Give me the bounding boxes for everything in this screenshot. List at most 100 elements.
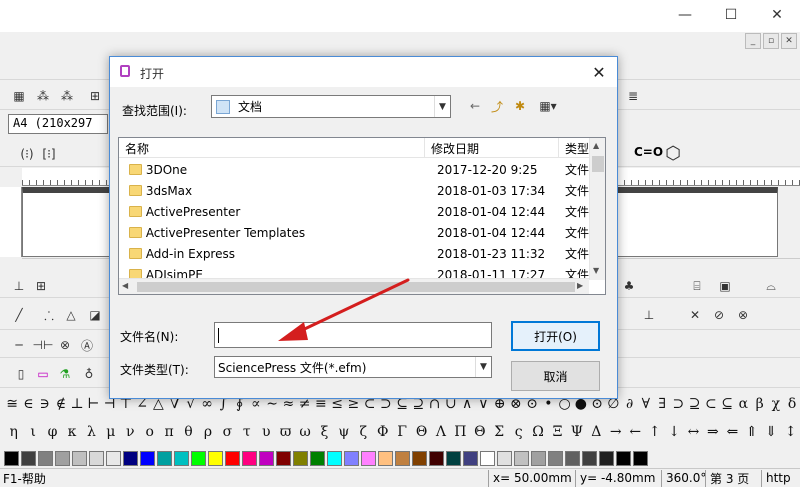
line-icon[interactable]: ╱ [10,306,28,324]
grid-icon[interactable]: ⊞ [86,87,104,105]
cross-icon[interactable]: ✕ [686,306,704,324]
color-swatch[interactable] [21,450,36,466]
color-swatch[interactable] [89,450,104,466]
symbol-button[interactable]: ⊆ [719,396,735,412]
symbol-button[interactable]: ω [295,424,314,440]
color-swatch[interactable] [361,450,376,466]
symbol-button[interactable]: Σ [490,424,509,440]
color-swatch[interactable] [565,450,580,466]
justify-icon[interactable]: ≣ [624,87,642,105]
flask-icon[interactable]: ⚗ [56,365,74,383]
color-swatch[interactable] [208,450,223,466]
symbol-button[interactable]: Θ [412,424,431,440]
support-icon[interactable]: ⊥ [640,306,658,324]
color-swatch[interactable] [480,450,495,466]
symbol-button[interactable]: Δ [587,424,606,440]
up-folder-button[interactable]: ⤴ [488,97,506,115]
symbol-button[interactable]: θ [179,424,198,440]
symbol-button[interactable]: χ [768,396,784,412]
symbol-button[interactable]: ξ [315,424,334,440]
symbol-button[interactable]: ⊥ [69,396,85,412]
back-button[interactable]: ← [466,97,484,115]
color-swatch[interactable] [293,450,308,466]
color-swatch[interactable] [191,450,206,466]
maximize-button[interactable]: ☐ [708,0,754,30]
symbol-button[interactable]: ⇑ [742,424,761,440]
symbol-button[interactable]: ϖ [276,424,295,440]
dialog-close-button[interactable]: ✕ [587,61,611,83]
color-swatch[interactable] [446,450,461,466]
symbol-button[interactable]: ζ [354,424,373,440]
color-swatch[interactable] [140,450,155,466]
symbol-button[interactable]: ≅ [4,396,20,412]
distribute-icon[interactable]: ⁂ [34,87,52,105]
ammeter-icon[interactable]: Ⓐ [78,336,96,354]
color-swatch[interactable] [378,450,393,466]
symbol-button[interactable]: ∂ [622,396,638,412]
symbol-button[interactable]: ⇓ [761,424,780,440]
triangle-dots-icon[interactable]: ⸫ [40,306,58,324]
carbonyl-label[interactable]: C=O [634,145,663,159]
color-swatch[interactable] [497,450,512,466]
symbol-button[interactable]: η [4,424,23,440]
atom-icon[interactable]: ♣ [620,277,638,295]
file-row[interactable]: ActivePresenter Templates 2018-01-04 12:4… [119,222,589,243]
column-date[interactable]: 修改日期 [425,138,559,158]
axis-icon[interactable]: ⊥ [10,277,28,295]
symbol-button[interactable]: ∉ [53,396,69,412]
filetype-select[interactable]: SciencePress 文件(*.efm) ▼ [214,356,492,378]
symbol-button[interactable]: λ [82,424,101,440]
color-swatch[interactable] [548,450,563,466]
symbol-button[interactable]: → [606,424,625,440]
cancel-button[interactable]: 取消 [511,361,600,391]
no-icon[interactable]: ⊘ [710,306,728,324]
file-row[interactable]: ActivePresenter 2018-01-04 12:44 文件 [119,201,589,222]
tube-icon[interactable]: ▯ [12,365,30,383]
symbol-button[interactable]: ↑ [645,424,664,440]
color-swatch[interactable] [106,450,121,466]
symbol-button[interactable]: ν [121,424,140,440]
scroll-right-icon[interactable]: ▶ [577,281,583,290]
color-swatch[interactable] [276,450,291,466]
square-line-icon[interactable]: ◪ [86,306,104,324]
color-swatch[interactable] [174,450,189,466]
color-swatch[interactable] [599,450,614,466]
hexagon-icon[interactable]: ⬡ [664,143,682,164]
color-swatch[interactable] [242,450,257,466]
symbol-button[interactable]: Φ [373,424,392,440]
color-swatch[interactable] [582,450,597,466]
symbol-button[interactable]: ⇐ [723,424,742,440]
close-button[interactable]: ✕ [754,0,800,30]
scroll-down-icon[interactable]: ▼ [593,266,599,275]
scroll-left-icon[interactable]: ◀ [122,281,128,290]
file-row[interactable]: Add-in Express 2018-01-23 11:32 文件 [119,243,589,264]
color-swatch[interactable] [514,450,529,466]
mdi-minimize-button[interactable]: _ [745,33,761,49]
scroll-up-icon[interactable]: ▲ [593,141,599,150]
symbol-button[interactable]: ρ [198,424,217,440]
table-icon[interactable]: ⊞ [32,277,50,295]
mdi-restore-button[interactable]: ▫ [763,33,779,49]
color-swatch[interactable] [463,450,478,466]
symbol-button[interactable]: Θ [470,424,489,440]
symbol-button[interactable]: ∃ [654,396,670,412]
new-folder-button[interactable]: ✱ [511,97,529,115]
resistor-icon[interactable]: ─ [10,336,28,354]
minimize-button[interactable]: — [662,0,708,30]
bracket-icon[interactable]: [⁝] [40,145,58,163]
lamp-icon[interactable]: ⊗ [56,336,74,354]
symbol-button[interactable]: ↔ [684,424,703,440]
symbol-button[interactable]: δ [784,396,800,412]
symbol-button[interactable]: ι [23,424,42,440]
bottle-icon[interactable]: ♁ [80,365,98,383]
symbol-button[interactable]: π [159,424,178,440]
cylinder-icon[interactable]: ⌸ [688,277,706,295]
symbol-button[interactable]: ⊇ [687,396,703,412]
cube-icon[interactable]: ▣ [716,277,734,295]
color-swatch[interactable] [259,450,274,466]
triangle-icon[interactable]: △ [62,306,80,324]
distribute-v-icon[interactable]: ⁂ [58,87,76,105]
color-swatch[interactable] [616,450,631,466]
color-swatch[interactable] [327,450,342,466]
symbol-button[interactable]: κ [62,424,81,440]
